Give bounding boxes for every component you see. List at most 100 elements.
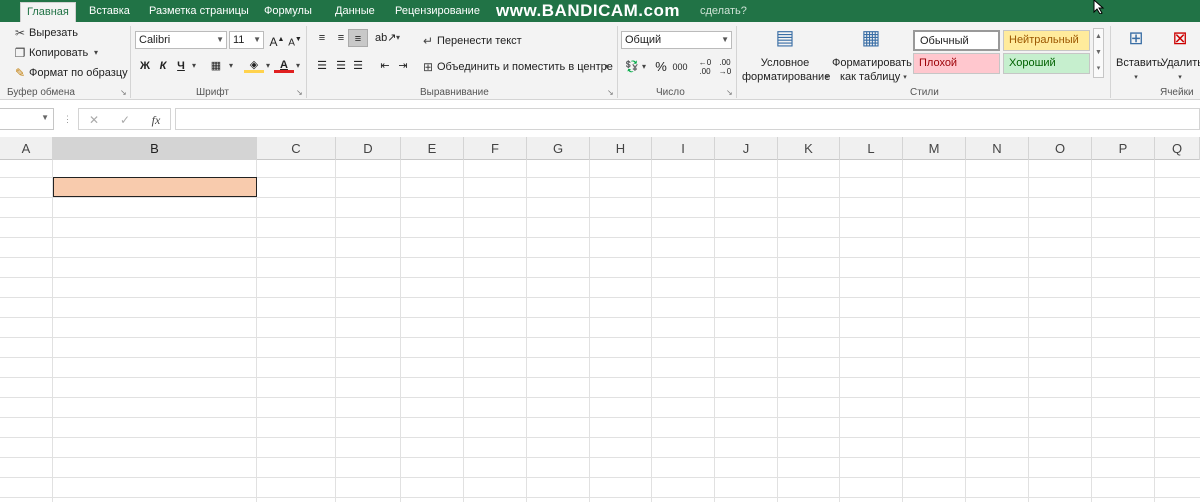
align-bottom-icon[interactable]: ≡: [348, 29, 368, 47]
underline-dropdown-icon[interactable]: ▾: [190, 59, 198, 73]
font-name-select[interactable]: Calibri ▼: [135, 31, 227, 49]
percent-button[interactable]: %: [651, 58, 671, 76]
currency-icon[interactable]: 💱: [622, 58, 642, 76]
gridline-horizontal: [0, 417, 1200, 418]
chevron-down-icon: ▼: [253, 35, 261, 44]
insert-function-icon[interactable]: fx: [149, 113, 163, 127]
number-launcher-icon[interactable]: ↘: [726, 88, 735, 97]
align-right-icon[interactable]: ☰: [348, 57, 368, 75]
table-format-icon: ▦: [861, 27, 881, 49]
format-as-table-button[interactable]: ▦ Форматировать как таблицу ▾: [832, 24, 912, 84]
align-left-icon[interactable]: ☰: [312, 57, 332, 75]
tell-me-box[interactable]: сделать?: [700, 0, 747, 22]
font-color-dropdown-icon[interactable]: ▾: [294, 59, 302, 73]
borders-dropdown-icon[interactable]: ▾: [227, 59, 235, 73]
cancel-icon[interactable]: ✕: [87, 113, 101, 127]
styles-gallery-scroll[interactable]: ▲ ▼ ▾: [1093, 28, 1104, 78]
worksheet-grid[interactable]: ABCDEFGHIJKLMNOPQ: [0, 137, 1200, 502]
gridline-horizontal: [0, 277, 1200, 278]
conditional-formatting-button[interactable]: ▤ Условное форматирование ▾: [740, 24, 830, 84]
formula-input[interactable]: [175, 108, 1200, 130]
group-divider: [617, 26, 618, 98]
merge-dropdown-icon[interactable]: ▾: [603, 60, 611, 74]
column-header-k[interactable]: K: [778, 137, 840, 160]
thousands-button[interactable]: 000: [670, 58, 690, 76]
currency-dropdown-icon[interactable]: ▾: [640, 60, 648, 74]
tab-home[interactable]: Главная: [20, 2, 76, 22]
decrease-indent-icon[interactable]: ⇤: [375, 57, 395, 75]
tab-insert[interactable]: Вставка: [83, 0, 136, 22]
tab-page-layout[interactable]: Разметка страницы: [143, 0, 255, 22]
borders-icon[interactable]: ▦: [206, 57, 226, 75]
group-divider: [130, 26, 131, 98]
column-header-f[interactable]: F: [464, 137, 527, 160]
conditional-formatting-label-2: форматирование: [742, 71, 831, 83]
align-top-icon[interactable]: ≡: [312, 29, 332, 47]
name-box[interactable]: ▼: [0, 108, 54, 130]
italic-button[interactable]: К: [153, 57, 173, 75]
group-divider: [1110, 26, 1111, 98]
cell-area[interactable]: [0, 160, 1200, 502]
font-color-icon[interactable]: A: [274, 57, 294, 73]
conditional-formatting-icon: ▤: [775, 27, 795, 49]
number-format-select[interactable]: Общий ▼: [621, 31, 732, 49]
font-size-select[interactable]: 11 ▼: [229, 31, 264, 49]
merge-center-button[interactable]: Объединить и поместить в центре: [437, 60, 613, 74]
chevron-down-icon[interactable]: ▼: [41, 113, 49, 122]
font-launcher-icon[interactable]: ↘: [296, 88, 305, 97]
style-neutral[interactable]: Нейтральный: [1003, 30, 1090, 51]
column-header-j[interactable]: J: [715, 137, 778, 160]
column-header-b[interactable]: B: [53, 137, 257, 160]
style-good[interactable]: Хороший: [1003, 53, 1090, 74]
column-header-p[interactable]: P: [1092, 137, 1155, 160]
selected-cell[interactable]: [53, 177, 257, 197]
gallery-more-icon[interactable]: ▾: [1097, 65, 1101, 72]
gridline-horizontal: [0, 317, 1200, 318]
fill-color-icon[interactable]: ◈: [244, 57, 264, 73]
column-header-h[interactable]: H: [590, 137, 652, 160]
copy-button[interactable]: Копировать: [29, 46, 88, 60]
orientation-icon[interactable]: ab↗: [375, 29, 396, 47]
scroll-up-icon[interactable]: ▲: [1095, 33, 1102, 40]
gridline-vertical: [1154, 160, 1155, 502]
bold-button[interactable]: Ж: [135, 57, 155, 75]
more-options-icon[interactable]: ⋮: [63, 112, 72, 126]
copy-dropdown-icon[interactable]: ▾: [92, 46, 100, 60]
column-header-o[interactable]: O: [1029, 137, 1092, 160]
column-header-g[interactable]: G: [527, 137, 590, 160]
increase-font-icon[interactable]: A▲: [267, 31, 287, 49]
fill-dropdown-icon[interactable]: ▾: [264, 59, 272, 73]
tab-data[interactable]: Данные: [329, 0, 381, 22]
tab-review[interactable]: Рецензирование: [389, 0, 486, 22]
style-bad[interactable]: Плохой: [913, 53, 1000, 74]
alignment-launcher-icon[interactable]: ↘: [607, 88, 616, 97]
decrease-font-icon[interactable]: A▼: [285, 31, 305, 49]
decrease-decimal-icon[interactable]: .00 →0: [715, 58, 735, 76]
gridline-vertical: [526, 160, 527, 502]
column-header-q[interactable]: Q: [1155, 137, 1200, 160]
cut-button[interactable]: Вырезать: [29, 26, 78, 40]
gridline-horizontal: [0, 217, 1200, 218]
column-header-l[interactable]: L: [840, 137, 903, 160]
column-header-d[interactable]: D: [336, 137, 401, 160]
column-header-a[interactable]: A: [0, 137, 53, 160]
column-header-n[interactable]: N: [966, 137, 1029, 160]
column-header-m[interactable]: M: [903, 137, 966, 160]
clipboard-launcher-icon[interactable]: ↘: [120, 88, 129, 97]
style-normal[interactable]: Обычный: [913, 30, 1000, 51]
enter-icon[interactable]: ✓: [118, 113, 132, 127]
cells-group-label: Ячейки: [1160, 87, 1194, 98]
format-painter-button[interactable]: Формат по образцу: [29, 66, 128, 80]
orientation-dropdown-icon[interactable]: ▾: [394, 31, 402, 45]
tab-formulas[interactable]: Формулы: [258, 0, 318, 22]
increase-decimal-icon[interactable]: ←0.00: [695, 58, 715, 76]
column-header-e[interactable]: E: [401, 137, 464, 160]
wrap-text-button[interactable]: Перенести текст: [437, 34, 522, 48]
delete-cells-button[interactable]: ⊠ Удалить ▾: [1160, 24, 1200, 84]
insert-cells-button[interactable]: ⊞ Вставить ▾: [1113, 24, 1163, 84]
underline-button[interactable]: Ч: [171, 57, 191, 75]
column-header-c[interactable]: C: [257, 137, 336, 160]
column-header-i[interactable]: I: [652, 137, 715, 160]
scroll-down-icon[interactable]: ▼: [1095, 49, 1102, 56]
increase-indent-icon[interactable]: ⇥: [393, 57, 413, 75]
